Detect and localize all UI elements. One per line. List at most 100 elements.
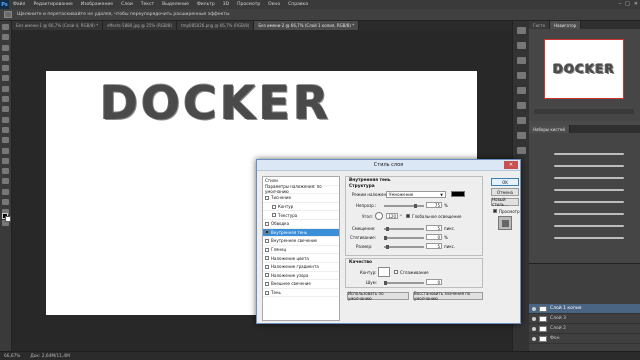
doc-tab[interactable]: Без имени-1 @ 66,7% (Слой 4, RGB/8) * bbox=[12, 21, 104, 30]
doc-tab[interactable]: tmp085026.png @ 66,7% (RGB/8) bbox=[177, 21, 255, 30]
clone-source-icon[interactable] bbox=[516, 117, 526, 124]
menu-edit[interactable]: Редактирование bbox=[29, 2, 76, 7]
style-item[interactable]: Текстура bbox=[263, 211, 339, 220]
noise-field[interactable]: 0 bbox=[426, 279, 442, 285]
slider-knob[interactable] bbox=[386, 245, 389, 249]
move-tool-icon[interactable] bbox=[2, 24, 9, 30]
info-icon[interactable] bbox=[516, 57, 526, 64]
dodge-tool-icon[interactable] bbox=[2, 157, 9, 164]
style-item[interactable]: Внутреннее свечение bbox=[263, 237, 339, 246]
preview-checkbox[interactable] bbox=[493, 209, 497, 213]
eraser-tool-icon[interactable] bbox=[2, 126, 9, 133]
eyedropper-tool-icon[interactable] bbox=[2, 75, 9, 82]
crop-tool-icon[interactable] bbox=[2, 65, 9, 72]
style-checkbox[interactable] bbox=[265, 281, 269, 286]
brush-stroke[interactable] bbox=[554, 189, 624, 191]
contour-preview[interactable] bbox=[378, 267, 390, 277]
distance-field[interactable]: 5 bbox=[426, 225, 442, 231]
menu-file[interactable]: Файл bbox=[9, 2, 29, 7]
reset-default-button[interactable]: Восстановить значения по умолчанию bbox=[413, 291, 483, 301]
slider-knob[interactable] bbox=[384, 236, 387, 240]
menu-image[interactable]: Изображение bbox=[77, 2, 117, 7]
background-color[interactable] bbox=[5, 216, 11, 222]
maximize-icon[interactable]: □ bbox=[625, 1, 630, 7]
layer-row[interactable]: Слой 2 bbox=[529, 324, 640, 334]
style-item[interactable]: Тень bbox=[263, 289, 339, 298]
brush-stroke[interactable] bbox=[554, 177, 624, 179]
choke-field[interactable]: 0 bbox=[426, 234, 442, 240]
angle-dial[interactable] bbox=[375, 212, 383, 220]
navigator-thumbnail[interactable]: DOCKER bbox=[544, 39, 624, 99]
tab-brush-presets[interactable]: Наборы кистей bbox=[529, 125, 570, 133]
brush-stroke[interactable] bbox=[554, 165, 624, 167]
minimize-icon[interactable]: – bbox=[619, 1, 622, 7]
ok-button[interactable]: OK bbox=[491, 178, 519, 186]
style-checkbox[interactable] bbox=[265, 256, 269, 261]
size-slider[interactable] bbox=[384, 245, 424, 249]
style-item[interactable]: Наложение узора bbox=[263, 272, 339, 281]
slider-knob[interactable] bbox=[384, 281, 387, 285]
new-style-button[interactable]: Новый стиль... bbox=[491, 197, 519, 207]
style-checkbox[interactable] bbox=[265, 230, 269, 235]
make-default-button[interactable]: Использовать по умолчанию bbox=[347, 291, 409, 301]
lasso-tool-icon[interactable] bbox=[2, 44, 9, 51]
brush-stroke[interactable] bbox=[554, 237, 624, 239]
tool-presets-icon[interactable] bbox=[516, 132, 526, 139]
close-icon[interactable]: ✕ bbox=[634, 1, 638, 7]
style-item[interactable]: Обводка bbox=[263, 220, 339, 229]
style-checkbox[interactable] bbox=[265, 238, 269, 243]
dialog-close-button[interactable]: ✕ bbox=[504, 161, 518, 169]
quick-select-tool-icon[interactable] bbox=[2, 54, 9, 61]
navigator-zoom-slider[interactable] bbox=[534, 109, 634, 114]
style-item[interactable]: Наложение цвета bbox=[263, 254, 339, 263]
marquee-tool-icon[interactable] bbox=[2, 34, 9, 41]
choke-slider[interactable] bbox=[384, 236, 424, 240]
eye-icon[interactable] bbox=[532, 326, 536, 331]
menu-help[interactable]: Справка bbox=[284, 2, 312, 7]
dialog-titlebar[interactable]: Стиль слоя ✕ bbox=[257, 160, 520, 171]
opacity-field[interactable]: 75 bbox=[426, 202, 442, 208]
style-checkbox[interactable] bbox=[265, 290, 269, 295]
menu-3d[interactable]: 3D bbox=[219, 2, 233, 7]
style-checkbox[interactable] bbox=[265, 264, 269, 269]
move-tool-icon[interactable] bbox=[4, 11, 12, 18]
brush-icon[interactable] bbox=[516, 102, 526, 109]
shape-tool-icon[interactable] bbox=[2, 199, 9, 206]
menu-window[interactable]: Окно bbox=[264, 2, 284, 7]
doc-tab[interactable]: effects-5880.jpg @ 25% (RGB/8) bbox=[103, 21, 178, 30]
style-checkbox[interactable] bbox=[265, 273, 269, 278]
pen-tool-icon[interactable] bbox=[2, 168, 9, 175]
eye-icon[interactable] bbox=[532, 316, 536, 321]
blend-mode-select[interactable]: Умножение ▼ bbox=[386, 191, 446, 198]
path-select-tool-icon[interactable] bbox=[2, 188, 9, 195]
menu-filter[interactable]: Фильтр bbox=[193, 2, 219, 7]
paragraph-icon[interactable] bbox=[516, 87, 526, 94]
eye-icon[interactable] bbox=[532, 336, 536, 341]
brush-stroke[interactable] bbox=[554, 201, 624, 203]
menu-select[interactable]: Выделение bbox=[158, 2, 193, 7]
brush-stroke[interactable] bbox=[554, 225, 624, 227]
global-light-checkbox[interactable] bbox=[406, 214, 410, 218]
healing-tool-icon[interactable] bbox=[2, 85, 9, 92]
menu-view[interactable]: Просмотр bbox=[233, 2, 264, 7]
size-field[interactable]: 5 bbox=[426, 243, 442, 249]
style-item[interactable]: Контур bbox=[263, 203, 339, 212]
stamp-tool-icon[interactable] bbox=[2, 106, 9, 113]
gradient-tool-icon[interactable] bbox=[2, 137, 9, 144]
shadow-color-swatch[interactable] bbox=[451, 191, 465, 197]
blur-tool-icon[interactable] bbox=[2, 147, 9, 154]
style-checkbox[interactable] bbox=[265, 221, 269, 226]
slider-knob[interactable] bbox=[414, 204, 417, 208]
antialias-checkbox[interactable] bbox=[394, 270, 398, 274]
slider-knob[interactable] bbox=[386, 227, 389, 231]
menu-layers[interactable]: Слои bbox=[117, 2, 137, 7]
layer-row[interactable]: Слой 3 bbox=[529, 314, 640, 324]
style-checkbox[interactable] bbox=[265, 195, 269, 200]
properties-icon[interactable] bbox=[516, 42, 526, 49]
style-checkbox[interactable] bbox=[272, 204, 276, 209]
tab-histogram[interactable]: Гисто bbox=[529, 21, 551, 29]
actions-icon[interactable] bbox=[516, 147, 526, 154]
style-checkbox[interactable] bbox=[272, 213, 276, 218]
layer-row[interactable]: Фон bbox=[529, 334, 640, 344]
opacity-slider[interactable] bbox=[384, 204, 424, 208]
